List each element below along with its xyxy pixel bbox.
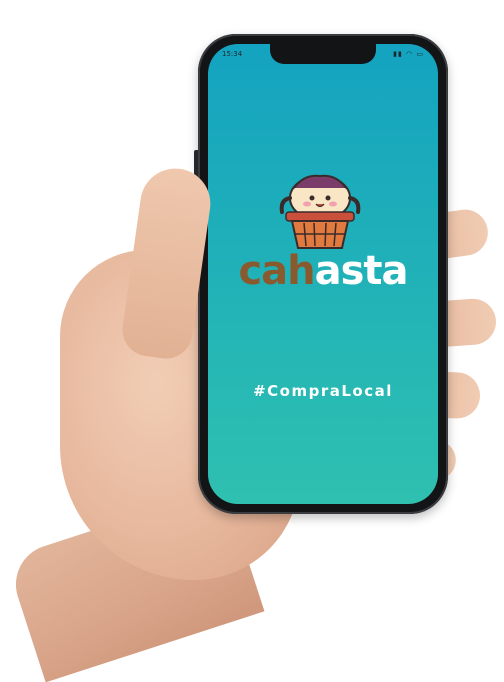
brand-text-part-a: cah: [238, 248, 315, 294]
brand-logo-text: cahasta: [208, 248, 438, 294]
brand-text-part-b: asta: [314, 248, 409, 294]
photo-scene: 15:34 ▮▮ ◠ ▭ cahasta #CompraLocal: [0, 0, 504, 682]
laundry-basket-mascot-icon: [279, 174, 361, 249]
phone-screen: 15:34 ▮▮ ◠ ▭ cahasta #CompraLocal: [208, 44, 438, 504]
status-icons: ▮▮ ◠ ▭: [393, 50, 424, 58]
tagline: #CompraLocal: [253, 382, 393, 400]
status-time: 15:34: [222, 50, 243, 58]
smartphone: 15:34 ▮▮ ◠ ▭ cahasta #CompraLocal: [198, 34, 448, 514]
phone-notch: [270, 44, 376, 64]
